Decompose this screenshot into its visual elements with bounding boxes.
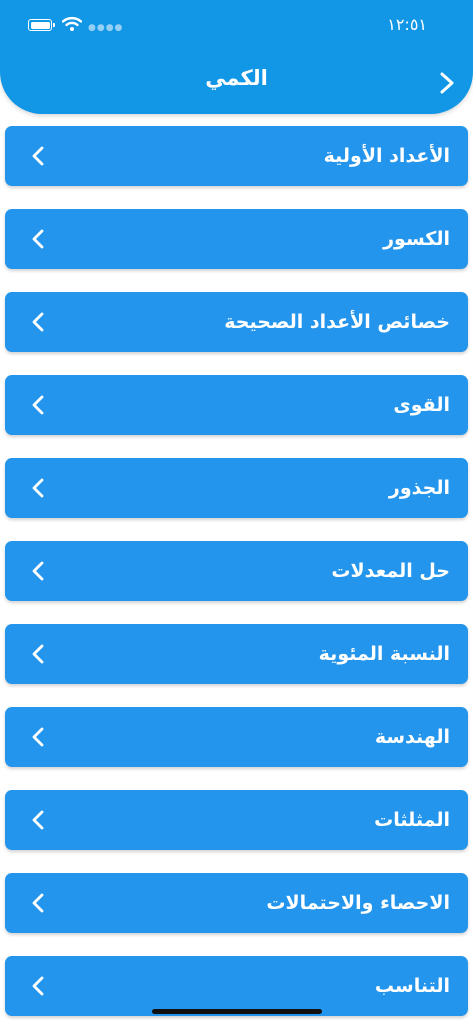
list-item-integer-properties[interactable]: خصائص الأعداد الصحيحة bbox=[5, 292, 468, 352]
home-indicator[interactable] bbox=[152, 1009, 322, 1014]
page-title: الكمي bbox=[205, 66, 268, 90]
list-item-label: المثلثات bbox=[374, 809, 450, 831]
list-item-proportion[interactable]: التناسب bbox=[5, 956, 468, 1016]
battery-icon bbox=[28, 19, 55, 31]
cellular-signal-icon: ●●●● bbox=[88, 23, 124, 33]
chevron-left-icon bbox=[32, 146, 44, 166]
list-item-label: حل المعدلات bbox=[331, 560, 450, 582]
list-item-percentage[interactable]: النسبة المئوية bbox=[5, 624, 468, 684]
list-item-statistics-probability[interactable]: الاحصاء والاحتمالات bbox=[5, 873, 468, 933]
status-time: ١٢:٥١ bbox=[387, 15, 427, 34]
app-header: ●●●● ١٢:٥١ الكمي bbox=[0, 0, 473, 114]
chevron-left-icon bbox=[32, 810, 44, 830]
list-item-geometry[interactable]: الهندسة bbox=[5, 707, 468, 767]
list-item-label: خصائص الأعداد الصحيحة bbox=[224, 311, 450, 333]
chevron-left-icon bbox=[32, 312, 44, 332]
chevron-left-icon bbox=[32, 727, 44, 747]
chevron-left-icon bbox=[32, 561, 44, 581]
list-item-prime-numbers[interactable]: الأعداد الأولية bbox=[5, 126, 468, 186]
list-item-label: الاحصاء والاحتمالات bbox=[266, 892, 450, 914]
list-item-label: الأعداد الأولية bbox=[323, 145, 450, 167]
list-item-powers[interactable]: القوى bbox=[5, 375, 468, 435]
chevron-left-icon bbox=[32, 229, 44, 249]
list-item-label: التناسب bbox=[374, 975, 450, 997]
list-item-label: الجذور bbox=[388, 477, 450, 499]
wifi-icon bbox=[62, 16, 82, 31]
list-item-label: الهندسة bbox=[374, 726, 450, 748]
list-item-roots[interactable]: الجذور bbox=[5, 458, 468, 518]
chevron-left-icon bbox=[32, 478, 44, 498]
list-item-solving-equations[interactable]: حل المعدلات bbox=[5, 541, 468, 601]
chevron-left-icon bbox=[32, 893, 44, 913]
list-item-fractions[interactable]: الكسور bbox=[5, 209, 468, 269]
list-item-label: النسبة المئوية bbox=[318, 643, 450, 665]
list-item-label: القوى bbox=[393, 394, 450, 416]
chevron-left-icon bbox=[32, 395, 44, 415]
status-bar: ●●●● ١٢:٥١ bbox=[0, 0, 473, 50]
list-item-triangles[interactable]: المثلثات bbox=[5, 790, 468, 850]
chevron-left-icon bbox=[32, 644, 44, 664]
list-item-label: الكسور bbox=[383, 228, 450, 250]
chevron-left-icon bbox=[32, 976, 44, 996]
